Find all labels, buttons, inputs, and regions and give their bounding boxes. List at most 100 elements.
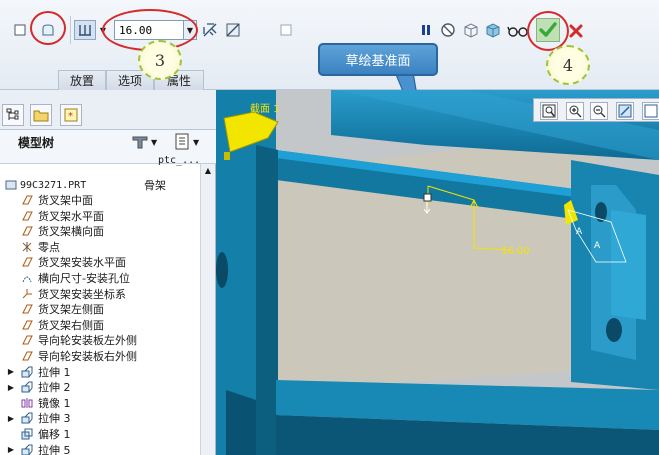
root-extra: 骨架 — [144, 179, 166, 192]
depth-option-icon[interactable] — [74, 20, 96, 40]
svg-text:*: * — [68, 111, 73, 122]
remove-material-icon[interactable] — [223, 20, 243, 40]
part-icon — [4, 178, 18, 192]
tree-item[interactable]: 导向轮安装板右外侧 — [0, 349, 200, 364]
expand-arrow-icon[interactable]: ▶ — [4, 443, 18, 455]
tree-item-label: 拉伸 2 — [38, 381, 71, 395]
navigator-tabs: * — [0, 90, 216, 130]
datum-plane-icon — [20, 333, 34, 347]
datum-plane-icon — [20, 193, 34, 207]
verify-icon[interactable] — [461, 20, 481, 40]
dimension-label[interactable]: 16.00 — [501, 246, 530, 257]
no-preview-icon[interactable] — [438, 20, 458, 40]
tree-item-label: 货叉架安装坐标系 — [38, 287, 126, 301]
solid-icon[interactable] — [10, 20, 30, 40]
tree-item[interactable]: 货叉架横向面 — [0, 224, 200, 239]
tree-item-label: 拉伸 3 — [38, 412, 71, 426]
repaint-icon[interactable] — [616, 102, 634, 120]
callout-3: 3 — [138, 40, 182, 80]
surface-callout-ring — [30, 11, 66, 45]
tree-item[interactable]: 货叉架安装坐标系 — [0, 287, 200, 302]
tree-item-label: 横向尺寸-安装孔位 — [38, 272, 130, 285]
tree-item-label: 镜像 1 — [38, 396, 71, 410]
model-view: A A — [216, 90, 659, 455]
settings-icon[interactable]: ▼ — [131, 132, 163, 152]
datum-plane-icon — [20, 349, 34, 363]
root-name: 99C3271.PRT — [20, 180, 87, 191]
model-tree-tab-icon[interactable] — [2, 104, 24, 126]
model-tree-title: 模型树 — [18, 136, 55, 150]
view-manager-icon[interactable] — [642, 102, 659, 120]
tree-item[interactable]: 货叉架水平面 — [0, 209, 200, 224]
zoom-out-icon[interactable] — [590, 102, 608, 120]
tree-item-label: 导向轮安装板右外侧 — [38, 350, 137, 363]
datum-plane-icon — [20, 224, 34, 238]
tree-item[interactable]: ▶ 拉伸 1 — [0, 365, 200, 380]
csys-icon — [20, 287, 34, 301]
extrude-icon — [20, 365, 34, 379]
mirror-icon — [20, 396, 34, 410]
tree-item[interactable]: 货叉架安装水平面 — [0, 255, 200, 270]
view-toolbar — [533, 98, 659, 122]
sketch-dim-icon — [20, 271, 34, 285]
model-tree-header: 模型树 ▼ ▼ ptc_... — [0, 130, 216, 166]
tree-item-label: 货叉架横向面 — [38, 225, 104, 239]
folder-browser-tab-icon[interactable] — [30, 104, 52, 126]
tree-item-label: 拉伸 1 — [38, 365, 71, 379]
graphics-window[interactable]: A A 截面 1 16.00 — [216, 90, 659, 455]
expand-arrow-icon[interactable]: ▶ — [4, 411, 18, 425]
plane-label: 截面 1 — [250, 104, 280, 115]
tree-item-label: 零点 — [38, 240, 60, 254]
tree-item[interactable]: 镜像 1 — [0, 396, 200, 411]
tree-item[interactable]: ▶ 拉伸 3 — [0, 411, 200, 426]
tree-item-label: 货叉架安装水平面 — [38, 256, 126, 270]
flip-direction-icon[interactable] — [200, 20, 220, 40]
tree-item[interactable]: 导向轮安装板左外侧 — [0, 333, 200, 348]
svg-text:A: A — [594, 241, 601, 251]
favorites-tab-icon[interactable]: * — [60, 104, 82, 126]
callout-4: 4 — [546, 45, 590, 85]
datum-plane-icon — [20, 255, 34, 269]
svg-text:A: A — [576, 227, 583, 237]
datum-plane-icon — [20, 302, 34, 316]
extrude-icon — [20, 443, 34, 455]
tree-item-label: 货叉架右侧面 — [38, 318, 104, 332]
preview-icon[interactable] — [483, 20, 503, 40]
tree-item-label: 货叉架中面 — [38, 194, 93, 207]
datum-plane-icon — [20, 318, 34, 332]
tree-item[interactable]: 货叉架左侧面 — [0, 302, 200, 317]
tree-item[interactable]: 横向尺寸-安装孔位 — [0, 271, 200, 286]
tree-item-label: 偏移 1 — [38, 428, 71, 441]
tree-item[interactable]: 零点 — [0, 240, 200, 255]
expand-arrow-icon[interactable]: ▶ — [4, 365, 18, 379]
extrude-icon — [20, 380, 34, 394]
zoom-in-icon[interactable] — [566, 102, 584, 120]
sketch-plane-tooltip: 草绘基准面 — [318, 43, 438, 76]
scroll-up-arrow-icon[interactable]: ▲ — [203, 166, 213, 176]
model-tree-panel: * 模型树 ▼ ▼ ptc_... 99C3271.PRT 骨架 货叉架中面货叉… — [0, 90, 216, 455]
tree-item[interactable]: 货叉架中面 — [0, 193, 200, 208]
extrude-icon — [20, 411, 34, 425]
tree-item-label: 货叉架水平面 — [38, 209, 104, 223]
show-icon[interactable]: ▼ — [174, 132, 210, 152]
expand-arrow-icon[interactable]: ▶ — [4, 380, 18, 394]
pause-icon[interactable] — [416, 20, 436, 40]
tree-item-label: 拉伸 5 — [38, 443, 71, 455]
tree-root[interactable]: 99C3271.PRT 骨架 — [0, 178, 200, 193]
tree-scrollbar[interactable]: ▲ — [200, 164, 215, 455]
tree-item-label: 导向轮安装板左外侧 — [38, 334, 137, 348]
cancel-icon[interactable] — [566, 21, 586, 41]
offset-icon — [20, 427, 34, 441]
tree-item[interactable]: ▶ 拉伸 5 — [0, 443, 200, 455]
thicken-icon[interactable] — [276, 20, 296, 40]
tree-item[interactable]: 偏移 1 — [0, 427, 200, 442]
dashboard-tabs: 放置 选项 属性 — [58, 70, 208, 90]
tree-item[interactable]: ▶ 拉伸 2 — [0, 380, 200, 395]
tree-item-label: 货叉架左侧面 — [38, 303, 104, 317]
point-icon — [20, 240, 34, 254]
tree-item[interactable]: 货叉架右侧面 — [0, 318, 200, 333]
refit-icon[interactable] — [540, 102, 558, 120]
datum-plane-icon — [20, 209, 34, 223]
tab-placement[interactable]: 放置 — [58, 70, 106, 90]
column-header[interactable]: ptc_... — [158, 155, 200, 166]
